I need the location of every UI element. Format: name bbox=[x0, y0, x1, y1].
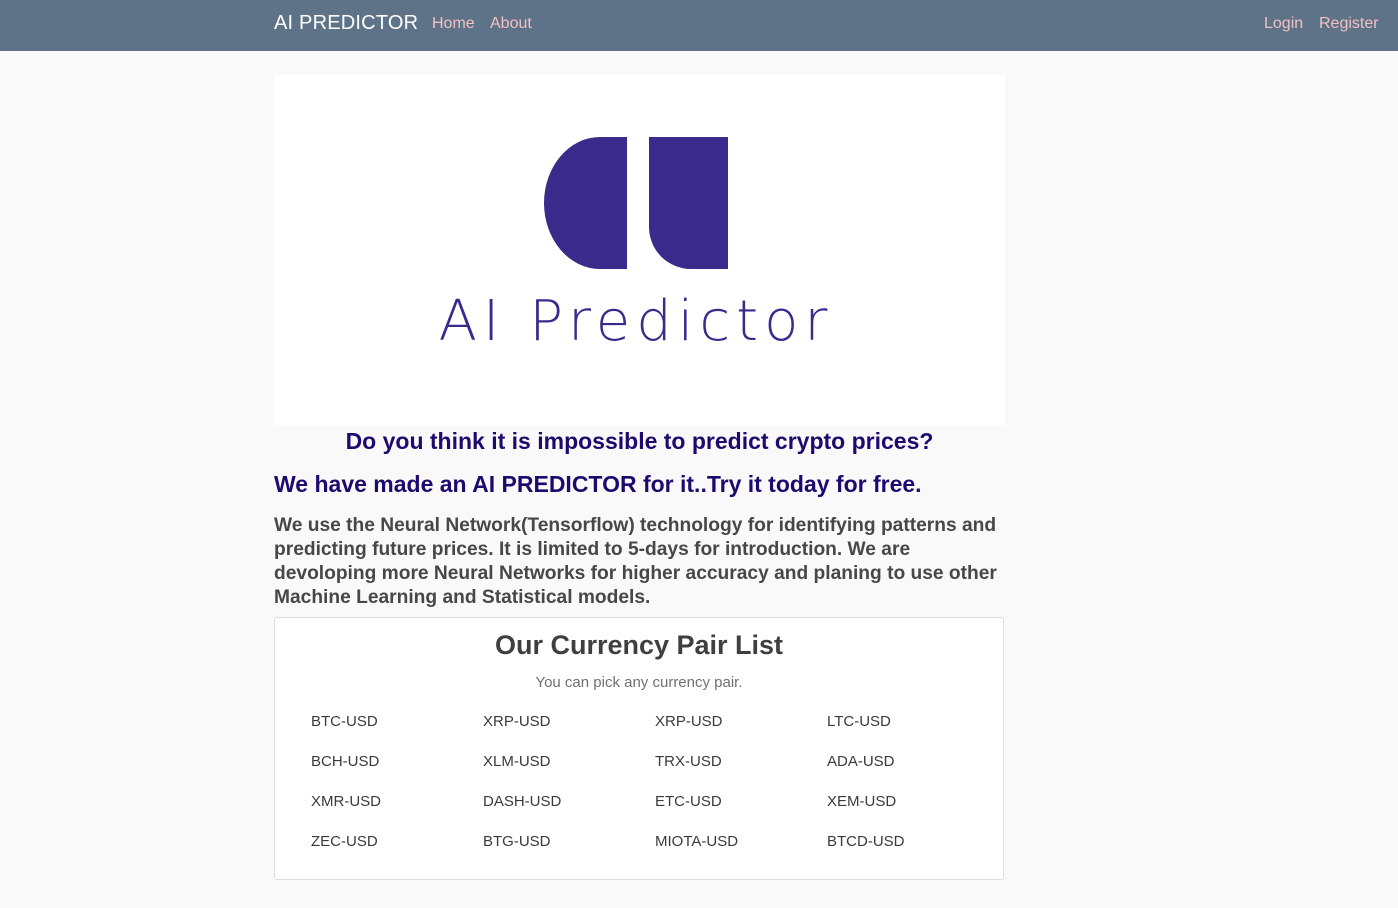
pair-item-btc-usd[interactable]: BTC-USD bbox=[311, 713, 483, 753]
pair-item-xrp-usd[interactable]: XRP-USD bbox=[483, 713, 655, 753]
pair-item-xrp-usd-2[interactable]: XRP-USD bbox=[655, 713, 827, 753]
headline-question: Do you think it is impossible to predict… bbox=[345, 428, 934, 454]
hero-logo-card: AI Predictor bbox=[274, 75, 1005, 425]
brand-link[interactable]: AI PREDICTOR bbox=[274, 12, 418, 35]
pair-item-btg-usd[interactable]: BTG-USD bbox=[483, 833, 655, 873]
pair-item-btcd-usd[interactable]: BTCD-USD bbox=[827, 833, 999, 873]
currency-pair-card: Our Currency Pair List You can pick any … bbox=[274, 617, 1004, 880]
pair-item-xlm-usd[interactable]: XLM-USD bbox=[483, 753, 655, 793]
logo-right-shape bbox=[649, 137, 728, 269]
pair-list-title: Our Currency Pair List bbox=[494, 630, 784, 660]
navbar: AI PREDICTOR Home About Login Register bbox=[0, 0, 1398, 51]
pair-item-dash-usd[interactable]: DASH-USD bbox=[483, 793, 655, 833]
pair-item-xem-usd[interactable]: XEM-USD bbox=[827, 793, 999, 833]
intro-paragraph: We use the Neural Network(Tensorflow) te… bbox=[274, 515, 997, 608]
logo-left-shape bbox=[544, 137, 627, 269]
logo-wordmark: AI Predictor bbox=[439, 289, 834, 354]
nav-link-register[interactable]: Register bbox=[1319, 15, 1379, 33]
pair-item-bch-usd[interactable]: BCH-USD bbox=[311, 753, 483, 793]
nav-link-about[interactable]: About bbox=[490, 15, 532, 33]
pair-item-trx-usd[interactable]: TRX-USD bbox=[655, 753, 827, 793]
nav-link-login[interactable]: Login bbox=[1264, 15, 1303, 33]
pair-item-miota-usd[interactable]: MIOTA-USD bbox=[655, 833, 827, 873]
nav-link-home[interactable]: Home bbox=[432, 15, 475, 33]
pair-item-etc-usd[interactable]: ETC-USD bbox=[655, 793, 827, 833]
ai-predictor-logo: AI Predictor bbox=[439, 137, 834, 354]
pair-list-subtitle: You can pick any currency pair. bbox=[535, 674, 743, 691]
headline-tagline: We have made an AI PREDICTOR for it..Try… bbox=[274, 471, 922, 497]
pair-item-xmr-usd[interactable]: XMR-USD bbox=[311, 793, 483, 833]
pair-grid: BTC-USD XRP-USD XRP-USD LTC-USD BCH-USD … bbox=[311, 713, 999, 873]
pair-item-ada-usd[interactable]: ADA-USD bbox=[827, 753, 999, 793]
pair-item-ltc-usd[interactable]: LTC-USD bbox=[827, 713, 999, 753]
pair-item-zec-usd[interactable]: ZEC-USD bbox=[311, 833, 483, 873]
